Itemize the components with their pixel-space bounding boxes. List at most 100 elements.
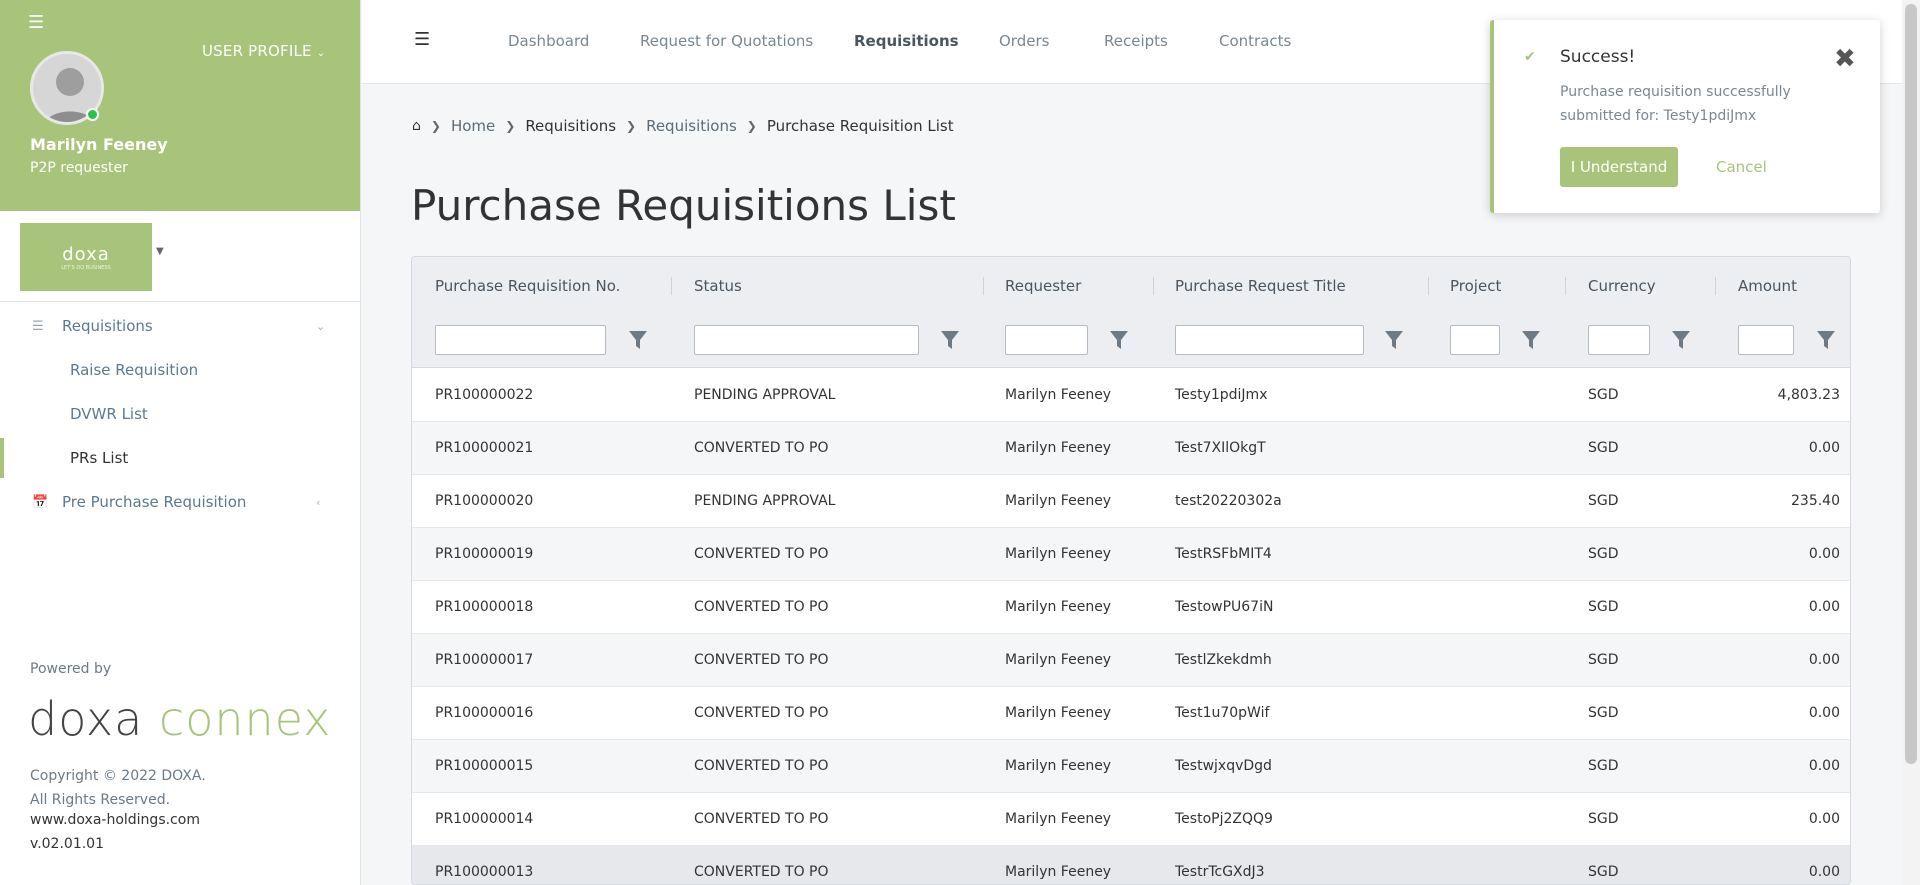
cell-amount: 0.00 xyxy=(1808,652,1840,668)
cell-status: CONVERTED TO PO xyxy=(694,440,829,456)
home-icon[interactable]: ⌂ xyxy=(412,118,421,134)
tab-contracts[interactable]: Contracts xyxy=(1219,32,1291,50)
filter-icon[interactable] xyxy=(1384,329,1404,351)
tab-request-for-quotations[interactable]: Request for Quotations xyxy=(640,32,813,50)
cell-status: PENDING APPROVAL xyxy=(694,493,836,509)
close-icon[interactable]: ✖ xyxy=(1834,46,1856,72)
cell-currency: SGD xyxy=(1588,440,1619,456)
filter-input-currency[interactable] xyxy=(1588,325,1650,355)
tab-orders[interactable]: Orders xyxy=(999,32,1049,50)
cell-requester: Marilyn Feeney xyxy=(1005,599,1112,615)
cell-amount: 0.00 xyxy=(1808,546,1840,562)
filter-input-project[interactable] xyxy=(1450,325,1500,355)
filter-icon[interactable] xyxy=(1816,329,1836,351)
sidebar-item-dvwr-list[interactable]: DVWR List xyxy=(0,394,361,434)
column-header-title[interactable]: Purchase Request Title xyxy=(1175,277,1346,295)
tab-requisitions[interactable]: Requisitions xyxy=(854,32,959,50)
filter-input-title[interactable] xyxy=(1175,325,1364,355)
column-header-currency[interactable]: Currency xyxy=(1588,277,1656,295)
breadcrumb-requisitions-sub[interactable]: Requisitions xyxy=(646,117,737,135)
filter-icon[interactable] xyxy=(1109,329,1129,351)
breadcrumb: ⌂ ❯ Home ❯ Requisitions ❯ Requisitions ❯… xyxy=(412,117,954,135)
version-label: v.02.01.01 xyxy=(30,836,104,852)
table-row[interactable]: PR100000014 CONVERTED TO PO Marilyn Feeney… xyxy=(412,793,1850,846)
sidebar-item-requisitions[interactable]: ☰ Requisitions ⌄ xyxy=(0,306,361,346)
user-profile-label: USER PROFILE xyxy=(202,42,312,60)
scrollbar-thumb[interactable] xyxy=(1905,4,1917,764)
chevron-down-icon: ⌄ xyxy=(316,319,326,333)
menu-icon[interactable]: ☰ xyxy=(414,29,430,50)
column-separator[interactable] xyxy=(1715,277,1716,295)
cell-amount: 0.00 xyxy=(1808,599,1840,615)
filter-icon[interactable] xyxy=(1521,329,1541,351)
cell-currency: SGD xyxy=(1588,387,1619,403)
column-header-status[interactable]: Status xyxy=(694,277,742,295)
filter-input-pr-no[interactable] xyxy=(435,325,606,355)
column-header-requester[interactable]: Requester xyxy=(1005,277,1081,295)
cell-currency: SGD xyxy=(1588,493,1619,509)
cell-currency: SGD xyxy=(1588,758,1619,774)
column-header-amount[interactable]: Amount xyxy=(1738,277,1797,295)
sidebar-item-pre-purchase-requisition[interactable]: 📅 Pre Purchase Requisition ‹ xyxy=(0,482,361,522)
cell-pr-no: PR100000019 xyxy=(435,546,534,562)
table-row[interactable]: PR100000017 CONVERTED TO PO Marilyn Feeney… xyxy=(412,634,1850,687)
table-row[interactable]: PR100000015 CONVERTED TO PO Marilyn Feeney… xyxy=(412,740,1850,793)
i-understand-button[interactable]: I Understand xyxy=(1560,147,1678,187)
column-header-project[interactable]: Project xyxy=(1450,277,1501,295)
filter-icon[interactable] xyxy=(1671,329,1691,351)
table-row[interactable]: PR100000018 CONVERTED TO PO Marilyn Feeney… xyxy=(412,581,1850,634)
cell-requester: Marilyn Feeney xyxy=(1005,387,1112,403)
filter-input-status[interactable] xyxy=(694,325,919,355)
online-status-dot xyxy=(86,108,99,121)
user-profile-menu[interactable]: USER PROFILE ⌄ xyxy=(202,42,325,60)
column-separator[interactable] xyxy=(1565,277,1566,295)
tab-receipts[interactable]: Receipts xyxy=(1104,32,1168,50)
cell-pr-no: PR100000016 xyxy=(435,705,534,721)
copyright-line-1: Copyright © 2022 DOXA. xyxy=(30,768,206,784)
cell-requester: Marilyn Feeney xyxy=(1005,705,1112,721)
cell-currency: SGD xyxy=(1588,705,1619,721)
cell-requester: Marilyn Feeney xyxy=(1005,546,1112,562)
filter-input-requester[interactable] xyxy=(1005,325,1088,355)
table-row[interactable]: PR100000021 CONVERTED TO PO Marilyn Feeney… xyxy=(412,422,1850,475)
table-row[interactable]: PR100000016 CONVERTED TO PO Marilyn Feeney… xyxy=(412,687,1850,740)
cell-pr-no: PR100000021 xyxy=(435,440,534,456)
filter-icon[interactable] xyxy=(628,329,648,351)
table-row[interactable]: PR100000022 PENDING APPROVAL Marilyn Feene… xyxy=(412,369,1850,422)
list-icon: ☰ xyxy=(32,318,44,334)
cell-title: TestoPj2ZQQ9 xyxy=(1175,811,1273,827)
chevron-right-icon: ❯ xyxy=(746,119,757,133)
sidebar-menu-icon[interactable]: ☰ xyxy=(28,12,44,33)
column-separator[interactable] xyxy=(1153,277,1154,295)
filter-input-amount[interactable] xyxy=(1738,325,1794,355)
divider xyxy=(0,301,361,302)
sidebar-item-label: Pre Purchase Requisition xyxy=(62,493,247,511)
filter-icon[interactable] xyxy=(940,329,960,351)
company-dropdown-caret-icon[interactable]: ▼ xyxy=(156,246,164,257)
cell-title: TestrTcGXdJ3 xyxy=(1175,864,1265,880)
cancel-button[interactable]: Cancel xyxy=(1716,158,1767,176)
table-row[interactable]: PR100000020 PENDING APPROVAL Marilyn Feene… xyxy=(412,475,1850,528)
cell-requester: Marilyn Feeney xyxy=(1005,811,1112,827)
sidebar-item-label: DVWR List xyxy=(70,405,148,423)
copyright-line-2: All Rights Reserved. xyxy=(30,792,171,808)
website-link[interactable]: www.doxa-holdings.com xyxy=(30,812,200,828)
column-separator[interactable] xyxy=(983,277,984,295)
company-logo[interactable]: doxa LET'S DO BUSINESS xyxy=(20,223,152,291)
cell-pr-no: PR100000022 xyxy=(435,387,534,403)
cell-status: CONVERTED TO PO xyxy=(694,599,829,615)
table-row[interactable]: PR100000013 CONVERTED TO PO Marilyn Feeney… xyxy=(412,846,1850,884)
breadcrumb-requisitions[interactable]: Requisitions xyxy=(525,117,616,135)
table-row[interactable]: PR100000019 CONVERTED TO PO Marilyn Feeney… xyxy=(412,528,1850,581)
sidebar-item-prs-list[interactable]: PRs List xyxy=(0,438,361,478)
column-separator[interactable] xyxy=(671,277,672,295)
column-header-pr-no[interactable]: Purchase Requisition No. xyxy=(435,277,620,295)
breadcrumb-home[interactable]: Home xyxy=(451,117,495,135)
sidebar-item-raise-requisition[interactable]: Raise Requisition xyxy=(0,350,361,390)
cell-amount: 4,803.23 xyxy=(1777,387,1840,403)
tab-dashboard[interactable]: Dashboard xyxy=(508,32,589,50)
column-separator[interactable] xyxy=(1428,277,1429,295)
company-tagline: LET'S DO BUSINESS xyxy=(61,264,111,271)
cell-amount: 0.00 xyxy=(1808,440,1840,456)
cell-currency: SGD xyxy=(1588,652,1619,668)
